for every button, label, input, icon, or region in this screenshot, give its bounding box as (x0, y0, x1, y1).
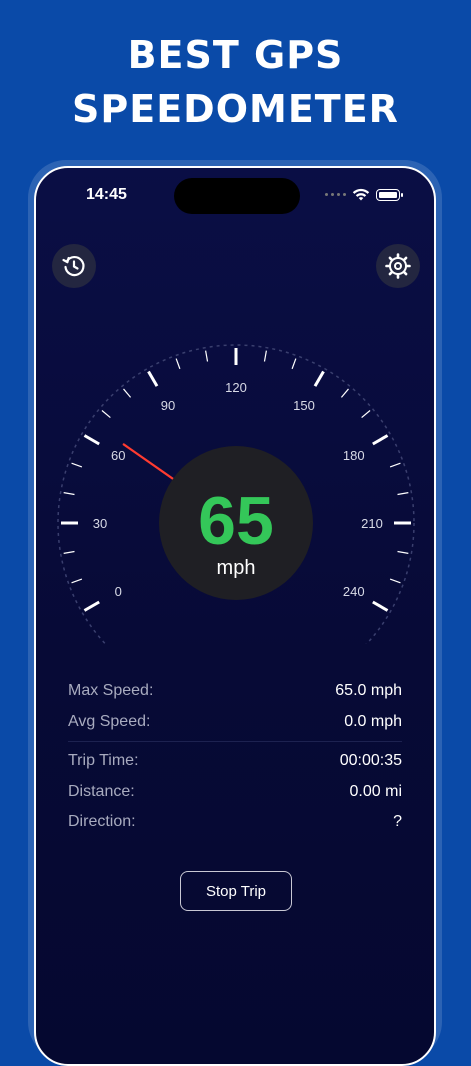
battery-icon (376, 188, 403, 201)
gauge-tick-label: 150 (293, 398, 315, 413)
gauge-major-tick (372, 434, 389, 446)
speedometer-gauge: 0 30 60 90 120 150 180 210 240 65 mph (57, 344, 415, 644)
direction-label: Direction: (68, 813, 136, 831)
avg-speed-label: Avg Speed: (68, 712, 151, 730)
avg-speed-value: 0.0 mph (344, 712, 402, 730)
gauge-minor-tick (63, 492, 75, 496)
gauge-minor-tick (205, 350, 209, 362)
gauge-tick-label: 0 (115, 584, 122, 599)
current-speed: 65 (198, 483, 274, 559)
cellular-icon (325, 193, 346, 196)
stop-trip-button[interactable]: Stop Trip (180, 871, 292, 911)
stat-max-speed: Max Speed: 65.0 mph (68, 676, 402, 707)
gauge-minor-tick (397, 492, 409, 496)
gauge-tick-label: 180 (343, 448, 365, 463)
distance-value: 0.00 mi (349, 782, 402, 800)
gauge-minor-tick (71, 578, 83, 584)
gauge-minor-tick (397, 550, 409, 554)
gauge-minor-tick (175, 358, 181, 370)
gauge-major-tick (83, 600, 100, 612)
gauge-minor-tick (63, 550, 75, 554)
max-speed-label: Max Speed: (68, 682, 154, 700)
headline-line-2: SPEEDOMETER (72, 87, 399, 131)
stat-avg-speed: Avg Speed: 0.0 mph (68, 707, 402, 738)
dynamic-island (174, 178, 300, 214)
gauge-minor-tick (71, 462, 83, 468)
gauge-minor-tick (263, 350, 267, 362)
headline-line-1: BEST GPS (127, 33, 344, 77)
gauge-tick-label: 240 (343, 584, 365, 599)
gauge-minor-tick (389, 578, 401, 584)
gauge-major-tick (313, 370, 325, 387)
stats-divider (68, 741, 402, 742)
gauge-minor-tick (291, 358, 297, 370)
max-speed-value: 65.0 mph (335, 682, 402, 700)
trip-time-label: Trip Time: (68, 752, 139, 770)
wifi-icon (352, 188, 370, 201)
gauge-tick-label: 90 (161, 398, 175, 413)
gauge-minor-tick (340, 388, 349, 398)
distance-label: Distance: (68, 782, 135, 800)
gauge-major-tick (372, 600, 389, 612)
gauge-major-tick (83, 434, 100, 446)
phone-screen: 14:45 0 30 60 90 120 150 180 210 240 65 … (34, 166, 436, 1066)
promo-headline: BEST GPS SPEEDOMETER (0, 28, 471, 136)
trip-time-value: 00:00:35 (339, 752, 402, 770)
gauge-major-tick (147, 370, 159, 387)
speed-unit: mph (217, 557, 256, 579)
stat-direction: Direction: ? (68, 807, 402, 838)
direction-value: ? (393, 813, 402, 831)
gauge-tick-label: 60 (111, 448, 125, 463)
status-icons (325, 188, 403, 201)
stat-distance: Distance: 0.00 mi (68, 777, 402, 808)
gauge-minor-tick (361, 410, 371, 419)
gauge-tick-label: 30 (93, 516, 107, 531)
gauge-minor-tick (101, 410, 111, 419)
gauge-minor-tick (389, 462, 401, 468)
trip-stats: Max Speed: 65.0 mph Avg Speed: 0.0 mph T… (68, 676, 402, 838)
gauge-tick-label: 120 (225, 380, 247, 395)
stat-trip-time: Trip Time: 00:00:35 (68, 746, 402, 777)
gauge-minor-tick (123, 388, 132, 398)
status-time: 14:45 (86, 186, 127, 203)
gauge-tick-label: 210 (361, 516, 383, 531)
